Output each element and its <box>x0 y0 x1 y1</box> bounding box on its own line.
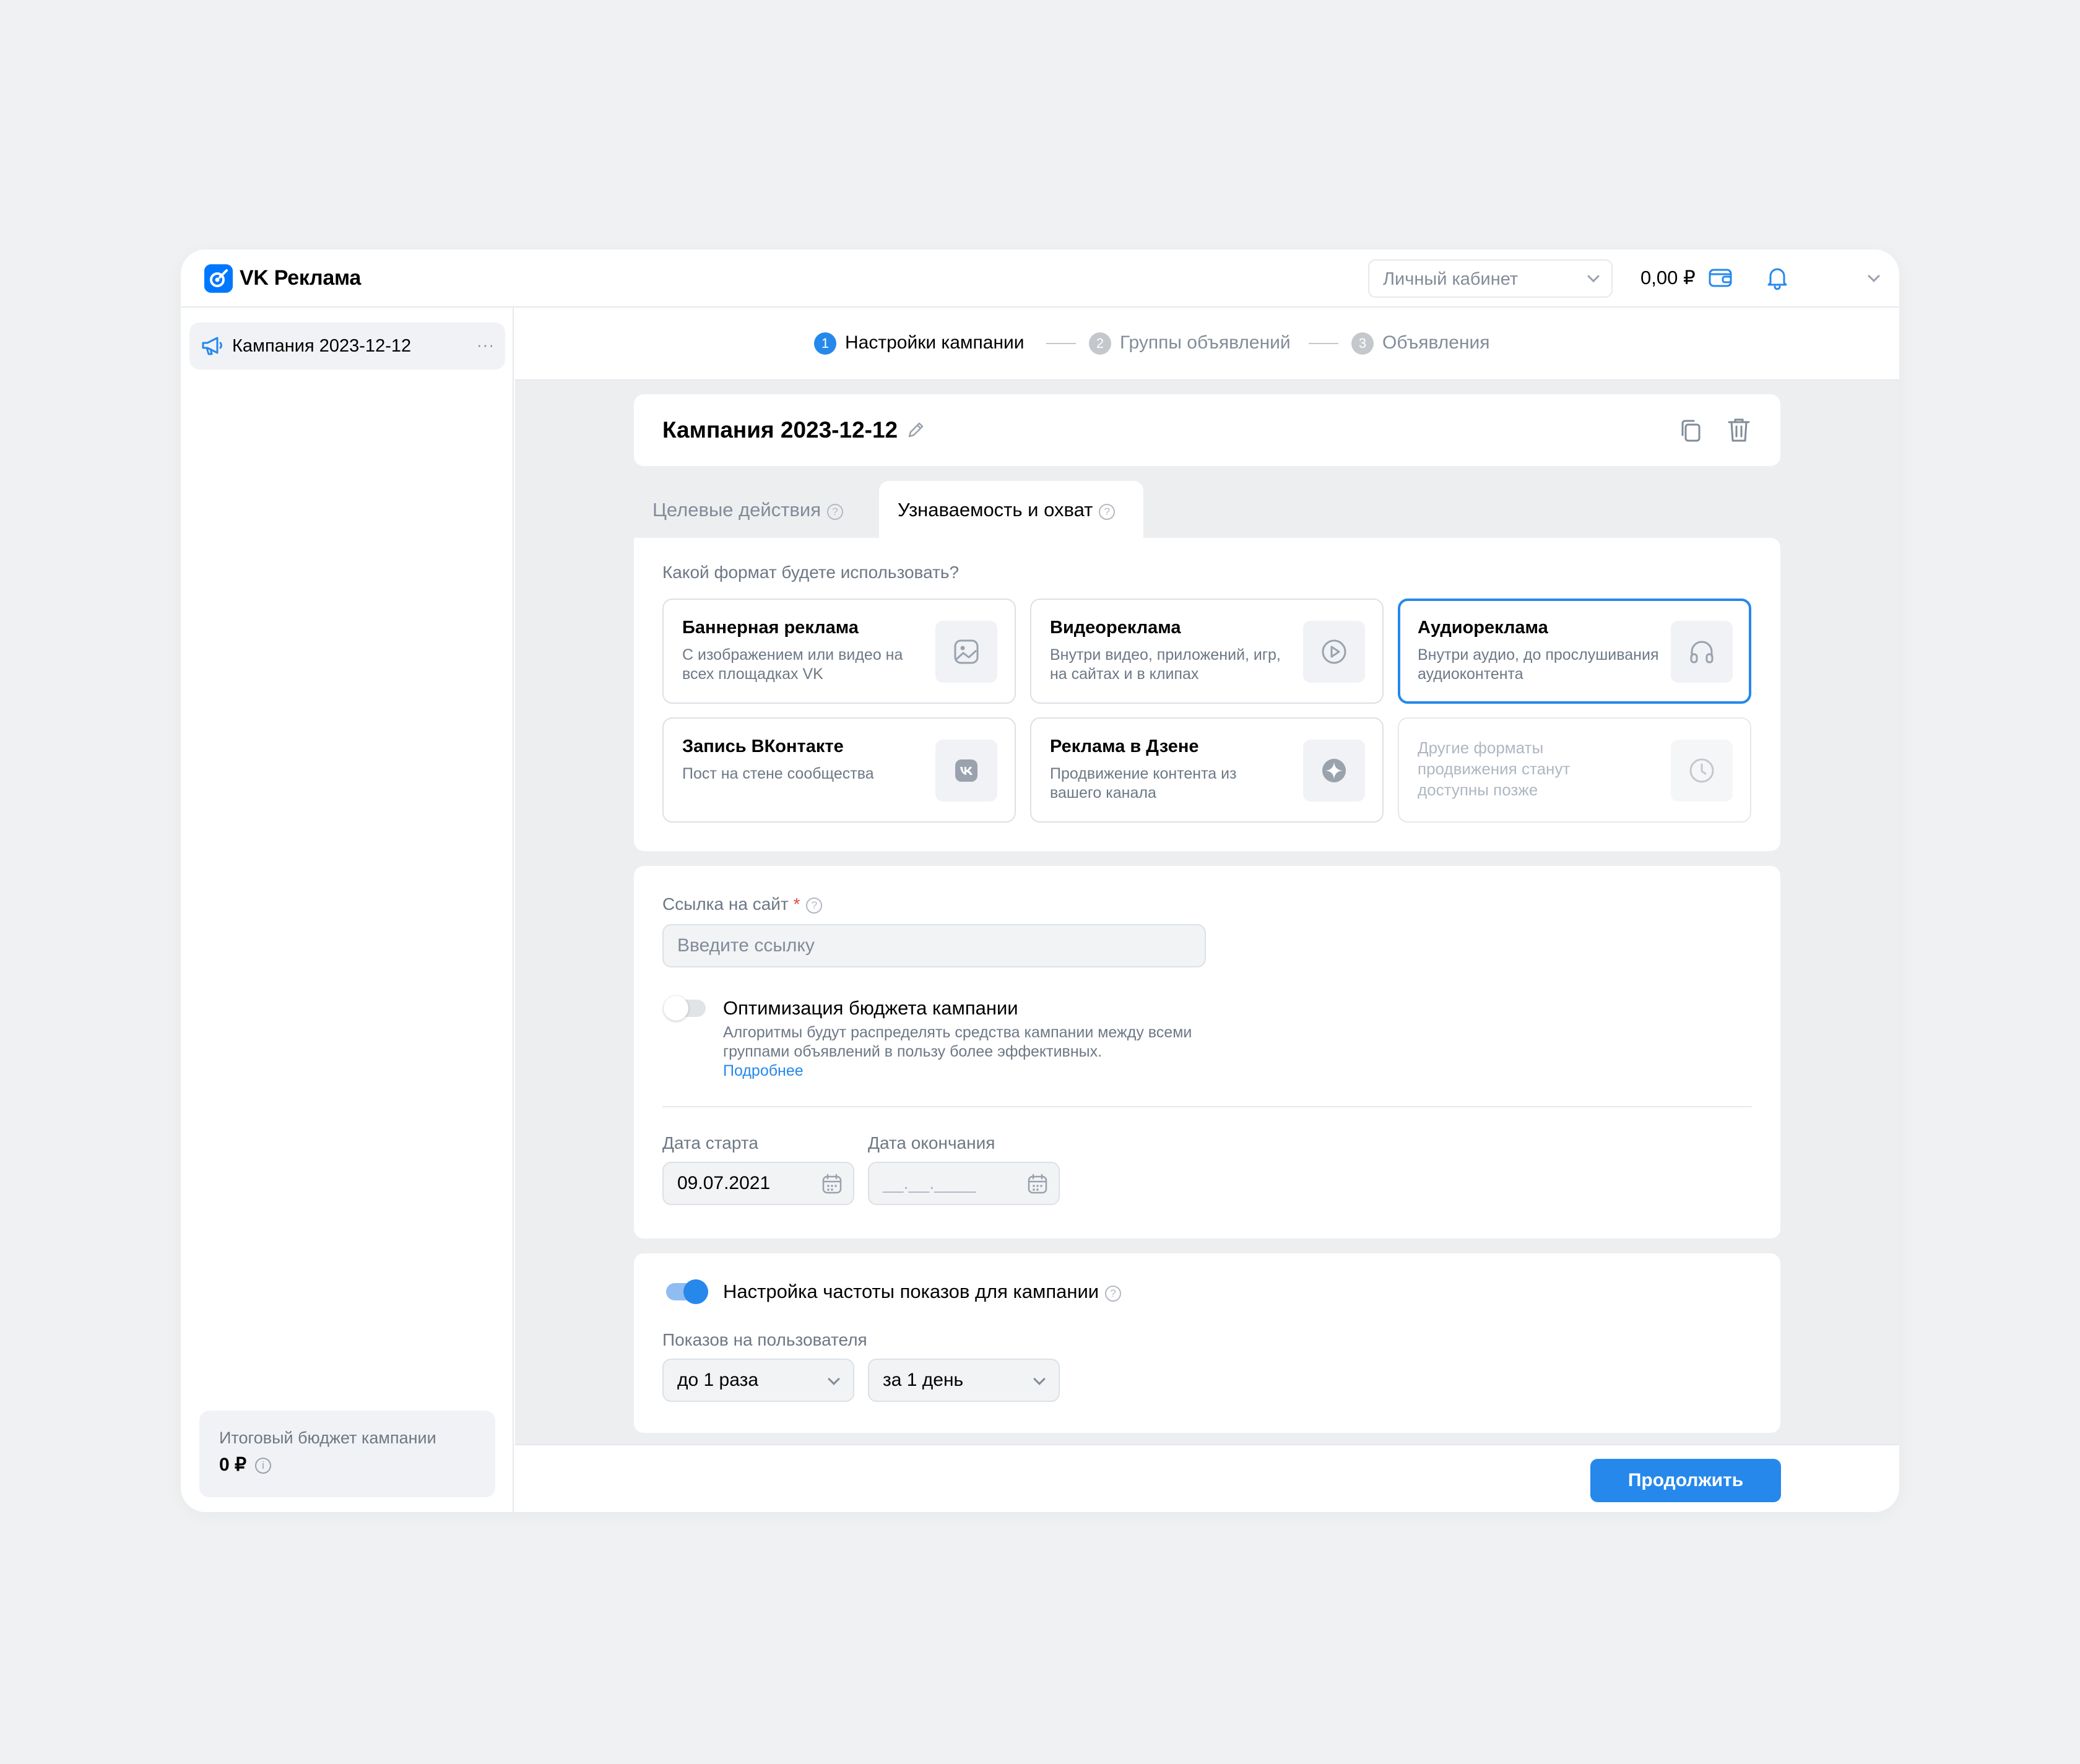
step-divider <box>1046 343 1076 344</box>
format-option-video[interactable]: Видеореклама Внутри видео, приложений, и… <box>1030 599 1384 704</box>
help-icon: ? <box>827 504 843 520</box>
step-label: Объявления <box>1382 332 1490 353</box>
frequency-title: Настройка частоты показов для кампании? <box>723 1281 1122 1303</box>
divider <box>662 1106 1752 1107</box>
sidebar-item-campaign[interactable]: Кампания 2023-12-12 ··· <box>189 322 505 370</box>
frequency-toggle[interactable] <box>666 1279 708 1304</box>
help-icon: ? <box>1105 1286 1122 1302</box>
format-option-banner[interactable]: Баннерная реклама С изображением или вид… <box>662 599 1016 704</box>
zen-icon <box>1303 740 1365 802</box>
megaphone-icon <box>201 335 224 360</box>
budget-optimization-toggle[interactable] <box>664 996 706 1021</box>
format-desc: Продвижение контента из вашего канала <box>1050 765 1237 802</box>
copy-icon[interactable] <box>1679 418 1704 447</box>
brand-name: VK Реклама <box>240 266 361 290</box>
bottom-action-bar: Продолжить <box>515 1444 1899 1512</box>
campaign-title: Кампания 2023-12-12 <box>662 417 898 443</box>
format-title: Видеореклама <box>1050 618 1181 638</box>
help-icon: ? <box>1099 504 1116 520</box>
format-desc: Внутри аудио, до прослушивания аудиоконт… <box>1418 646 1659 683</box>
info-icon[interactable]: i <box>255 1458 271 1474</box>
calendar-icon[interactable] <box>1026 1173 1049 1198</box>
top-bar: VK Реклама Личный кабинет 0,00 ₽ <box>181 249 1899 308</box>
format-desc: Внутри видео, приложений, игр, на сайтах… <box>1050 646 1281 683</box>
image-icon <box>935 621 997 683</box>
format-option-dzen[interactable]: Реклама в Дзене Продвижение контента из … <box>1030 717 1384 823</box>
end-date-placeholder: __.__.____ <box>883 1173 976 1193</box>
step-label: Настройки кампании <box>845 332 1025 353</box>
chevron-down-icon <box>1587 270 1600 283</box>
start-date-label: Дата старта <box>662 1133 758 1152</box>
budget-title: Итоговый бюджет кампании <box>219 1429 436 1447</box>
format-title: Запись ВКонтакте <box>682 737 844 756</box>
impressions-count-value: до 1 раза <box>677 1370 759 1390</box>
app-window: VK Реклама Личный кабинет 0,00 ₽ Кампани… <box>181 249 1899 1512</box>
cabinet-select[interactable]: Личный кабинет <box>1368 259 1613 298</box>
cabinet-select-label: Личный кабинет <box>1383 269 1519 289</box>
vk-ads-logo-icon[interactable] <box>204 264 233 293</box>
budget-optimization-title: Оптимизация бюджета кампании <box>723 997 1018 1019</box>
stepper: 1 Настройки кампании 2 Группы объявлений… <box>515 308 1899 381</box>
step-number: 2 <box>1089 332 1111 355</box>
main-content: 1 Настройки кампании 2 Группы объявлений… <box>515 308 1899 1512</box>
link-field-label: Ссылка на сайт *? <box>662 894 823 914</box>
format-desc: Пост на стене сообщества <box>682 765 874 782</box>
balance-amount[interactable]: 0,00 ₽ <box>1640 267 1696 289</box>
end-date-label: Дата окончания <box>868 1133 995 1152</box>
account-menu-chevron-icon[interactable] <box>1868 270 1880 282</box>
end-date-input[interactable]: __.__.____ <box>868 1162 1060 1205</box>
budget-optimization-desc: Алгоритмы будут распределять средства ка… <box>723 1024 1192 1060</box>
help-icon: ? <box>806 897 823 914</box>
tab-awareness-reach[interactable]: Узнаваемость и охват? <box>879 481 1143 538</box>
format-question: Какой формат будете использовать? <box>662 563 960 582</box>
calendar-icon[interactable] <box>821 1173 843 1198</box>
format-title: Аудиореклама <box>1418 618 1548 638</box>
format-option-audio[interactable]: Аудиореклама Внутри аудио, до прослушива… <box>1398 599 1751 704</box>
sidebar: Кампания 2023-12-12 ··· Итоговый бюджет … <box>181 308 514 1512</box>
impressions-count-select[interactable]: до 1 раза <box>662 1359 854 1402</box>
wallet-icon[interactable] <box>1708 267 1733 292</box>
website-link-placeholder: Введите ссылку <box>677 935 815 956</box>
format-title: Реклама в Дзене <box>1050 737 1199 756</box>
toggle-knob <box>664 996 688 1021</box>
impressions-per-user-label: Показов на пользователя <box>662 1330 867 1349</box>
chevron-down-icon <box>1033 1373 1046 1385</box>
website-link-input[interactable]: Введите ссылку <box>662 924 1206 967</box>
format-desc: Другие форматы продвижения станут доступ… <box>1418 738 1571 799</box>
chevron-down-icon <box>828 1373 840 1385</box>
campaign-settings-card: Ссылка на сайт *? Введите ссылку Оптимиз… <box>634 866 1780 1239</box>
campaign-budget-summary: Итоговый бюджет кампании 0 ₽ i <box>199 1411 495 1497</box>
clock-icon <box>1671 740 1733 802</box>
frequency-card: Настройка частоты показов для кампании? … <box>634 1253 1780 1433</box>
tab-target-actions[interactable]: Целевые действия? <box>634 481 872 538</box>
tab-label: Узнаваемость и охват? <box>898 499 1116 521</box>
format-option-vk-post[interactable]: Запись ВКонтакте Пост на стене сообществ… <box>662 717 1016 823</box>
format-desc: С изображением или видео на всех площадк… <box>682 646 903 683</box>
ad-format-card: Какой формат будете использовать? Баннер… <box>634 538 1780 851</box>
impressions-period-value: за 1 день <box>883 1370 964 1390</box>
step-number: 1 <box>814 332 836 355</box>
budget-value: 0 ₽ <box>219 1455 247 1475</box>
continue-button[interactable]: Продолжить <box>1590 1459 1781 1502</box>
start-date-value: 09.07.2021 <box>677 1173 771 1193</box>
step-number: 3 <box>1351 332 1374 355</box>
toggle-knob <box>683 1279 708 1304</box>
step-label: Группы объявлений <box>1120 332 1291 353</box>
trash-icon[interactable] <box>1727 417 1751 447</box>
pencil-icon[interactable] <box>906 420 926 443</box>
bell-icon[interactable] <box>1766 266 1789 293</box>
learn-more-link[interactable]: Подробнее <box>723 1061 804 1081</box>
play-icon <box>1303 621 1365 683</box>
sidebar-item-label: Кампания 2023-12-12 <box>232 336 412 356</box>
more-icon[interactable]: ··· <box>477 337 495 353</box>
start-date-input[interactable]: 09.07.2021 <box>662 1162 854 1205</box>
headphones-icon <box>1671 621 1733 683</box>
tab-label: Целевые действия? <box>652 499 843 521</box>
step-divider <box>1309 343 1338 344</box>
impressions-period-select[interactable]: за 1 день <box>868 1359 1060 1402</box>
campaign-title-card: Кампания 2023-12-12 <box>634 394 1780 466</box>
format-option-coming-soon: Другие форматы продвижения станут доступ… <box>1398 717 1751 823</box>
format-title: Баннерная реклама <box>682 618 859 638</box>
vk-icon <box>935 740 997 802</box>
